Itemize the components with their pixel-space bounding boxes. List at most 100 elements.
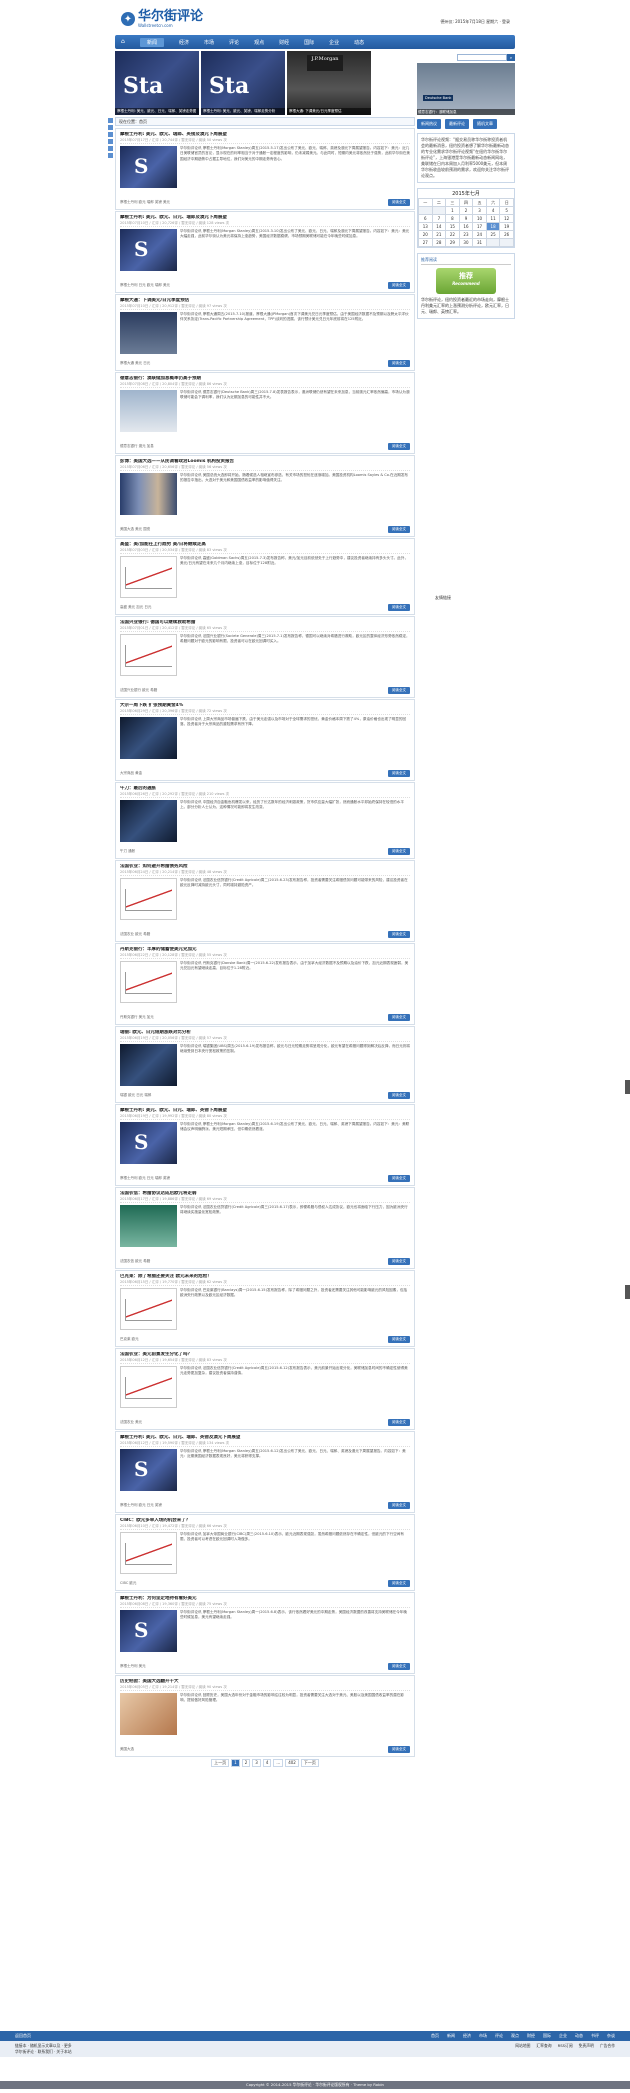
post-tags[interactable]: 瑞银 欧元 日元 瑞郎 — [120, 1093, 151, 1098]
footer-home-link[interactable]: 返回首页 — [15, 2033, 31, 2039]
share-icon[interactable] — [108, 153, 113, 158]
post-tags[interactable]: 法国兴业银行 欧元 希腊 — [120, 688, 157, 693]
nav-item[interactable]: 企业 — [329, 39, 339, 46]
read-more-button[interactable]: 阅读全文 — [388, 1175, 410, 1182]
post-thumbnail[interactable] — [120, 1288, 177, 1330]
calendar-day[interactable]: 21 — [431, 230, 447, 239]
read-more-button[interactable]: 阅读全文 — [388, 1014, 410, 1021]
read-more-button[interactable]: 阅读全文 — [388, 770, 410, 777]
calendar-day[interactable]: 25 — [485, 230, 501, 239]
read-more-button[interactable]: 阅读全文 — [388, 1336, 410, 1343]
post-thumbnail[interactable] — [120, 146, 177, 188]
read-more-button[interactable]: 阅读全文 — [388, 848, 410, 855]
post-tags[interactable]: 法国农信 欧元 希腊 — [120, 1259, 150, 1264]
read-more-button[interactable]: 阅读全文 — [388, 1502, 410, 1509]
nav-item[interactable]: 财经 — [279, 39, 289, 46]
post-tags[interactable]: 摩根士丹利 日元 欧元 瑞郎 美元 — [120, 283, 170, 288]
footer-right-link[interactable]: 广告合作 — [600, 2043, 615, 2048]
calendar-day[interactable]: 27 — [418, 238, 433, 247]
post-thumbnail[interactable] — [120, 1366, 177, 1408]
page-link[interactable]: 4 — [262, 1759, 272, 1767]
post-thumbnail[interactable] — [120, 800, 177, 842]
read-more-button[interactable]: 阅读全文 — [388, 282, 410, 289]
post-tags[interactable]: 摩根大通 美元 日元 — [120, 361, 150, 366]
page-link[interactable]: 上一页 — [211, 1759, 230, 1767]
calendar-day[interactable]: 20 — [418, 230, 433, 239]
post-tags[interactable]: 美国大选 美元 国债 — [120, 527, 150, 532]
share-icon[interactable] — [108, 125, 113, 130]
featured-slide[interactable]: J.P.Morgan 摩根大通: 下调美元/日元季度预估 — [287, 51, 371, 115]
footer-link[interactable]: 财经 — [527, 2033, 535, 2038]
share-icon[interactable] — [108, 132, 113, 137]
nav-item[interactable]: 评论 — [229, 39, 239, 46]
post-tags[interactable]: 摩根士丹利 美元 — [120, 1664, 146, 1669]
search-icon[interactable]: ⌕ — [507, 54, 515, 61]
post-thumbnail[interactable] — [120, 390, 177, 432]
share-icon[interactable] — [108, 146, 113, 151]
post-tags[interactable]: CIBC 欧元 — [120, 1581, 136, 1586]
post-tags[interactable]: 午刀 通胀 — [120, 849, 135, 854]
calendar-day[interactable]: 15 — [445, 222, 460, 231]
post-thumbnail[interactable] — [120, 1610, 177, 1652]
calendar-day[interactable]: 19 — [499, 222, 514, 231]
read-more-button[interactable]: 阅读全文 — [388, 443, 410, 450]
post-tags[interactable]: 德意志银行 澳元 加息 — [120, 444, 154, 449]
tab-hot[interactable]: 新闻热议 — [417, 119, 441, 129]
page-link[interactable]: 2 — [241, 1759, 251, 1767]
calendar-day[interactable]: 3 — [472, 206, 487, 215]
calendar-day[interactable]: 2 — [458, 206, 474, 215]
share-icon[interactable] — [108, 139, 113, 144]
calendar-day[interactable]: 9 — [458, 214, 474, 223]
post-thumbnail[interactable] — [120, 1044, 177, 1086]
post-thumbnail[interactable] — [120, 1122, 177, 1164]
page-link[interactable]: ... — [273, 1759, 284, 1767]
read-more-button[interactable]: 阅读全文 — [388, 604, 410, 611]
nav-item[interactable]: 新闻 — [140, 37, 165, 47]
post-thumbnail[interactable] — [120, 717, 177, 759]
scroll-top-button[interactable] — [625, 1080, 630, 1094]
post-tags[interactable]: 摩根士丹利 欧元 日元 英镑 — [120, 1503, 162, 1508]
page-link[interactable]: 下一页 — [300, 1759, 319, 1767]
friend-links-label[interactable]: 友情链接 — [435, 595, 451, 601]
calendar-day[interactable]: 16 — [458, 222, 474, 231]
post-thumbnail[interactable] — [120, 1205, 177, 1247]
read-more-button[interactable]: 阅读全文 — [388, 360, 410, 367]
nav-item[interactable]: 动态 — [354, 39, 364, 46]
calendar-day[interactable]: 17 — [472, 222, 487, 231]
footer-link[interactable]: 杂谈 — [607, 2033, 615, 2038]
tab-latest-comments[interactable]: 最新评论 — [445, 119, 469, 129]
page-link[interactable]: 402 — [285, 1759, 299, 1767]
calendar-day[interactable]: 26 — [499, 230, 514, 239]
footer-right-link[interactable]: 免责声明 — [579, 2043, 594, 2048]
calendar-day[interactable]: 12 — [499, 214, 514, 223]
sidebar-featured-image[interactable]: Deutsche Bank 德意志银行：澳联储加息 — [417, 63, 515, 115]
calendar-day[interactable]: 18 — [485, 222, 501, 231]
calendar-day[interactable]: 5 — [499, 206, 514, 215]
post-thumbnail[interactable] — [120, 1449, 177, 1491]
nav-item[interactable]: 国际 — [304, 39, 314, 46]
read-more-button[interactable]: 阅读全文 — [388, 1092, 410, 1099]
calendar-day[interactable]: 28 — [431, 238, 447, 247]
read-more-button[interactable]: 阅读全文 — [388, 526, 410, 533]
post-thumbnail[interactable] — [120, 961, 177, 1003]
share-icon[interactable] — [108, 118, 113, 123]
featured-slide[interactable]: Sta 摩根士丹利: 美元、欧元、英镑、瑞郎走势分析 — [201, 51, 285, 115]
calendar-day[interactable]: 22 — [445, 230, 460, 239]
post-thumbnail[interactable] — [120, 556, 177, 598]
nav-item[interactable]: 观点 — [254, 39, 264, 46]
read-more-button[interactable]: 阅读全文 — [388, 1663, 410, 1670]
calendar-day[interactable]: 4 — [485, 206, 501, 215]
footer-link[interactable]: 观点 — [511, 2033, 519, 2038]
page-link[interactable]: 3 — [252, 1759, 261, 1767]
post-tags[interactable]: 法国农业 美元 — [120, 1420, 142, 1425]
calendar-day[interactable]: 30 — [458, 238, 474, 247]
read-more-button[interactable]: 阅读全文 — [388, 687, 410, 694]
footer-link[interactable]: 书评 — [591, 2033, 599, 2038]
post-tags[interactable]: 美国大选 — [120, 1747, 134, 1752]
post-thumbnail[interactable] — [120, 312, 177, 354]
read-more-button[interactable]: 阅读全文 — [388, 1746, 410, 1753]
calendar-day[interactable]: 8 — [445, 214, 460, 223]
post-tags[interactable]: 丹斯克银行 美元 加元 — [120, 1015, 154, 1020]
calendar-day[interactable]: 29 — [445, 238, 460, 247]
post-thumbnail[interactable] — [120, 473, 177, 515]
